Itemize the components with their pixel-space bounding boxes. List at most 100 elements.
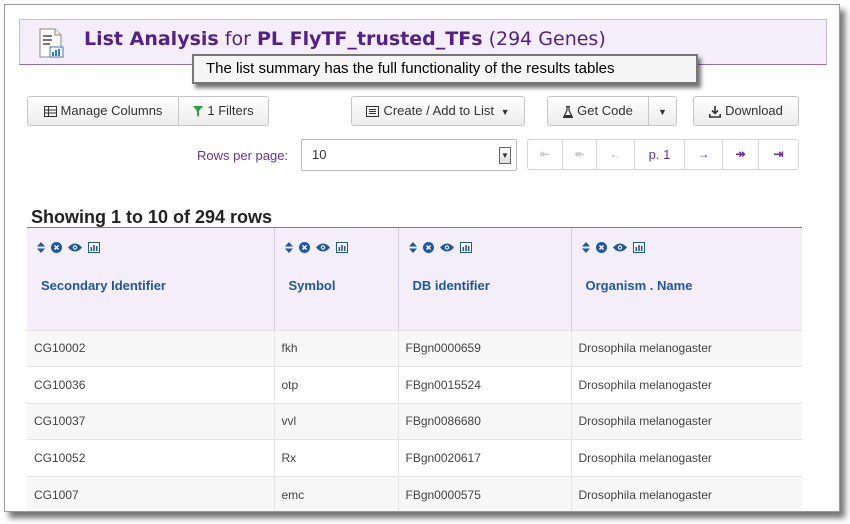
table-row: CG10036 otp FBgn0015524 Drosophila melan…	[27, 366, 802, 403]
fast-forward-icon: ↠	[735, 147, 746, 161]
eye-icon[interactable]	[315, 243, 330, 252]
results-table: Secondary Identifier Symbol DB identifie…	[27, 228, 802, 511]
current-page: p. 1	[635, 139, 685, 170]
column-title[interactable]: DB identifier	[413, 278, 490, 293]
table-icon	[43, 106, 57, 118]
cell-secondary-identifier[interactable]: CG10036	[27, 366, 275, 403]
remove-column-icon[interactable]	[595, 242, 607, 253]
annotation-callout: The list summary has the full functional…	[192, 54, 698, 84]
cell-db-identifier[interactable]: FBgn0086680	[398, 402, 572, 440]
filters-label: 1 Filters	[207, 103, 254, 118]
column-tools	[284, 242, 348, 253]
summary-chart-icon[interactable]	[459, 242, 472, 253]
eye-icon[interactable]	[612, 243, 627, 252]
remove-column-icon[interactable]	[298, 242, 310, 253]
manage-columns-label: Manage Columns	[60, 103, 163, 118]
table-header-row: Secondary Identifier Symbol DB identifie…	[27, 228, 802, 330]
cell-organism-name[interactable]: Drosophila melanogaster	[571, 475, 802, 511]
eye-icon[interactable]	[68, 243, 82, 252]
download-button[interactable]: Download	[693, 96, 799, 126]
create-list-label: Create / Add to List	[383, 103, 495, 118]
column-header: Symbol	[274, 228, 399, 330]
rows-per-page-label: Rows per page:	[197, 148, 289, 163]
cell-secondary-identifier[interactable]: CG10037	[27, 402, 275, 440]
table-row: CG1007 emc FBgn0000575 Drosophila melano…	[27, 475, 802, 511]
cell-organism-name[interactable]: Drosophila melanogaster	[571, 439, 802, 476]
table-row: CG10052 Rx FBgn0020617 Drosophila melano…	[27, 439, 802, 476]
caret-down-icon: ▼	[500, 107, 510, 117]
summary-chart-icon[interactable]	[88, 242, 100, 253]
results-table-container: Secondary Identifier Symbol DB identifie…	[27, 227, 802, 511]
title-main: List Analysis	[84, 28, 219, 50]
cell-db-identifier[interactable]: FBgn0000659	[398, 329, 572, 367]
remove-column-icon[interactable]	[51, 242, 62, 253]
summary-chart-icon[interactable]	[335, 242, 348, 253]
get-code-dropdown-toggle[interactable]: ▼	[649, 96, 677, 126]
column-tools	[408, 242, 472, 253]
cell-organism-name[interactable]: Drosophila melanogaster	[571, 402, 802, 440]
next-page-button[interactable]: →	[685, 139, 723, 170]
arrow-left-icon: ←	[609, 147, 622, 161]
page-title: List Analysis for PL FlyTF_trusted_TFs (…	[84, 28, 606, 50]
download-icon	[709, 105, 722, 118]
column-header: Secondary Identifier	[27, 228, 275, 330]
cell-secondary-identifier[interactable]: CG1007	[27, 475, 275, 511]
fast-forward-button[interactable]: ↠	[723, 139, 759, 170]
first-page-icon: ⇤	[539, 147, 551, 161]
rows-per-page-select[interactable]: 10 ▼	[301, 139, 517, 171]
arrow-right-icon: →	[697, 147, 710, 161]
cell-organism-name[interactable]: Drosophila melanogaster	[571, 366, 802, 403]
get-code-button[interactable]: Get Code	[547, 96, 649, 126]
column-title[interactable]: Organism . Name	[586, 278, 693, 293]
table-row: CG10037 vvl FBgn0086680 Drosophila melan…	[27, 402, 802, 440]
pagination: ⇤ ↞ ← p. 1 → ↠ ⇥	[527, 139, 799, 170]
flask-icon	[563, 105, 574, 118]
column-header: DB identifier	[398, 228, 572, 330]
cell-secondary-identifier[interactable]: CG10052	[27, 439, 275, 476]
sort-icon[interactable]	[284, 242, 293, 253]
manage-columns-button[interactable]: Manage Columns	[27, 96, 179, 126]
cell-symbol[interactable]: fkh	[274, 329, 399, 367]
cell-db-identifier[interactable]: FBgn0000575	[398, 475, 572, 511]
cell-symbol[interactable]: emc	[274, 475, 399, 511]
fast-back-button[interactable]: ↞	[563, 139, 597, 170]
sort-icon[interactable]	[581, 242, 590, 253]
list-analysis-icon	[39, 28, 64, 58]
remove-column-icon[interactable]	[422, 242, 434, 253]
rows-per-page-value: 10	[312, 147, 327, 162]
previous-page-button[interactable]: ←	[597, 139, 635, 170]
cell-symbol[interactable]: otp	[274, 366, 399, 403]
first-page-button[interactable]: ⇤	[527, 139, 563, 170]
column-tools	[37, 242, 100, 253]
column-tools	[581, 242, 645, 253]
get-code-group: Get Code ▼	[547, 96, 677, 126]
fast-back-icon: ↞	[574, 147, 585, 161]
sort-icon[interactable]	[408, 242, 417, 253]
filter-icon	[193, 106, 204, 118]
filters-button[interactable]: 1 Filters	[179, 96, 269, 126]
column-header: Organism . Name	[571, 228, 802, 330]
last-page-icon: ⇥	[773, 147, 784, 161]
last-page-button[interactable]: ⇥	[759, 139, 799, 170]
caret-down-icon: ▼	[658, 107, 667, 117]
cell-db-identifier[interactable]: FBgn0020617	[398, 439, 572, 476]
cell-symbol[interactable]: vvl	[274, 402, 399, 440]
create-add-to-list-button[interactable]: Create / Add to List ▼	[351, 96, 525, 126]
cell-organism-name[interactable]: Drosophila melanogaster	[571, 329, 802, 367]
select-arrow-icon: ▼	[499, 147, 511, 164]
list-name: PL FlyTF_trusted_TFs	[256, 28, 483, 50]
gene-count: (294 Genes)	[488, 28, 606, 50]
sort-icon[interactable]	[37, 242, 45, 253]
cell-symbol[interactable]: Rx	[274, 439, 399, 476]
summary-chart-icon[interactable]	[632, 242, 645, 253]
eye-icon[interactable]	[439, 243, 454, 252]
list-icon	[366, 106, 380, 118]
column-title[interactable]: Symbol	[289, 278, 336, 293]
cell-secondary-identifier[interactable]: CG10002	[27, 329, 275, 367]
column-title[interactable]: Secondary Identifier	[41, 278, 166, 293]
download-label: Download	[725, 103, 783, 118]
cell-db-identifier[interactable]: FBgn0015524	[398, 366, 572, 403]
table-row: CG10002 fkh FBgn0000659 Drosophila melan…	[27, 329, 802, 367]
screenshot-frame: List Analysis for PL FlyTF_trusted_TFs (…	[4, 4, 840, 512]
title-for: for	[224, 28, 251, 50]
